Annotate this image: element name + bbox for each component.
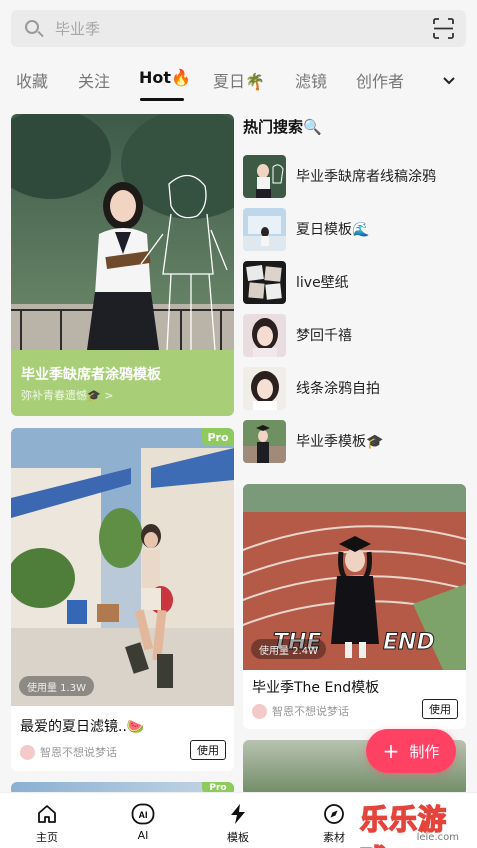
plus-icon: + xyxy=(382,739,400,763)
graduation-photo: THE END 使用量 2.4W xyxy=(243,484,466,670)
nav-templates-label: 模板 xyxy=(227,831,249,844)
feature-subtitle[interactable]: 弥补青春遗憾🎓 > xyxy=(21,387,113,403)
hot-search-item[interactable]: 梦回千禧 xyxy=(243,313,468,357)
hot-search-title: 热门搜索🔍 xyxy=(243,118,322,136)
hot-thumb-image xyxy=(243,313,286,357)
tab-hot[interactable]: Hot🔥 xyxy=(139,68,191,87)
hot-thumb-image xyxy=(243,154,286,198)
use-button[interactable]: 使用 xyxy=(190,740,226,760)
usage-count: 使用量 2.4W xyxy=(251,639,326,659)
pro-badge: Pro xyxy=(202,428,234,446)
author-name: 智恩不想说梦话 xyxy=(272,705,349,718)
card-title: 毕业季The End模板 xyxy=(252,680,380,696)
graduation-template-card[interactable]: THE END 使用量 2.4W 毕业季The End模板 智恩不想说梦话 使用 xyxy=(243,484,466,729)
usage-count: 使用量 1.3W xyxy=(19,676,94,696)
summer-filter-card[interactable]: Pro 使用量 1.3W 最爱的夏日滤镜..🍉 智恩不想说梦话 使用 xyxy=(11,428,234,771)
watermark-subtext: lele.com xyxy=(416,832,459,843)
feature-photo xyxy=(11,114,234,350)
feature-title: 毕业季缺席者涂鸦模板 xyxy=(21,367,161,383)
author-name: 智恩不想说梦话 xyxy=(40,746,117,759)
summer-photo: Pro 使用量 1.3W xyxy=(11,428,234,706)
nav-home[interactable]: 主页 xyxy=(17,803,77,845)
template-bolt-icon xyxy=(231,804,245,824)
active-tab-indicator xyxy=(140,98,184,101)
hot-thumb-image xyxy=(243,419,286,463)
hot-search-label: 毕业季缺席者线稿涂鸦 xyxy=(296,169,436,185)
chevron-down-icon xyxy=(443,77,455,85)
nav-materials-label: 素材 xyxy=(323,831,345,844)
hot-search-label: 毕业季模板🎓 xyxy=(296,434,384,450)
avatar xyxy=(252,703,267,719)
tab-filters[interactable]: 滤镜 xyxy=(295,68,327,92)
feature-template-card[interactable]: 毕业季缺席者涂鸦模板 弥补青春遗憾🎓 > xyxy=(11,114,234,416)
nav-materials[interactable]: 素材 xyxy=(304,803,364,845)
compass-icon xyxy=(324,804,344,824)
hot-search-label: 梦回千禧 xyxy=(296,328,352,344)
hot-search-item[interactable]: 线条涂鸦自拍 xyxy=(243,366,468,410)
hot-search-label: 夏日模板🌊 xyxy=(296,222,370,238)
nav-ai[interactable]: AI AI xyxy=(113,803,173,842)
nav-templates[interactable]: 模板 xyxy=(208,803,268,845)
home-icon xyxy=(38,805,56,823)
watermark-logo: 乐乐游戏 lele.com xyxy=(359,798,477,848)
search-input[interactable]: 毕业季 xyxy=(55,18,100,39)
nav-home-label: 主页 xyxy=(36,831,58,844)
create-button[interactable]: + 制作 xyxy=(366,729,456,773)
card-author[interactable]: 智恩不想说梦话 xyxy=(20,744,117,760)
scan-icon[interactable] xyxy=(433,18,454,39)
hot-search-label: 线条涂鸦自拍 xyxy=(296,381,380,397)
hot-search-item[interactable]: 毕业季缺席者线稿涂鸦 xyxy=(243,154,468,198)
hot-thumb-image xyxy=(243,260,286,304)
avatar xyxy=(20,744,35,760)
hot-search-item[interactable]: 夏日模板🌊 xyxy=(243,207,468,251)
tab-summer[interactable]: 夏日🌴 xyxy=(213,68,265,92)
tab-creators[interactable]: 创作者 xyxy=(356,68,404,92)
hot-search-label: live壁纸 xyxy=(296,275,349,291)
card-title: 最爱的夏日滤镜..🍉 xyxy=(20,719,145,735)
card-author[interactable]: 智恩不想说梦话 xyxy=(252,703,349,719)
search-icon xyxy=(23,18,45,40)
category-tabs: 收藏 关注 Hot🔥 夏日🌴 滤镜 创作者 扌 xyxy=(0,64,477,101)
hot-search-item[interactable]: live壁纸 xyxy=(243,260,468,304)
use-button[interactable]: 使用 xyxy=(422,699,458,719)
tab-favorites[interactable]: 收藏 xyxy=(16,68,48,92)
hot-thumb-image xyxy=(243,207,286,251)
search-bar[interactable]: 毕业季 xyxy=(11,10,466,47)
hot-thumb-image xyxy=(243,366,286,410)
ai-icon: AI xyxy=(131,803,155,825)
app-screen: 毕业季 收藏 关注 Hot🔥 夏日🌴 滤镜 创作者 扌 xyxy=(0,0,477,848)
tab-following[interactable]: 关注 xyxy=(78,68,110,92)
create-button-label: 制作 xyxy=(409,742,440,761)
nav-ai-label: AI xyxy=(137,829,149,842)
overlay-text-end: END xyxy=(383,630,436,656)
hot-search-item[interactable]: 毕业季模板🎓 xyxy=(243,419,468,463)
svg-text:AI: AI xyxy=(139,810,148,820)
tabs-expand-button[interactable] xyxy=(431,64,467,98)
